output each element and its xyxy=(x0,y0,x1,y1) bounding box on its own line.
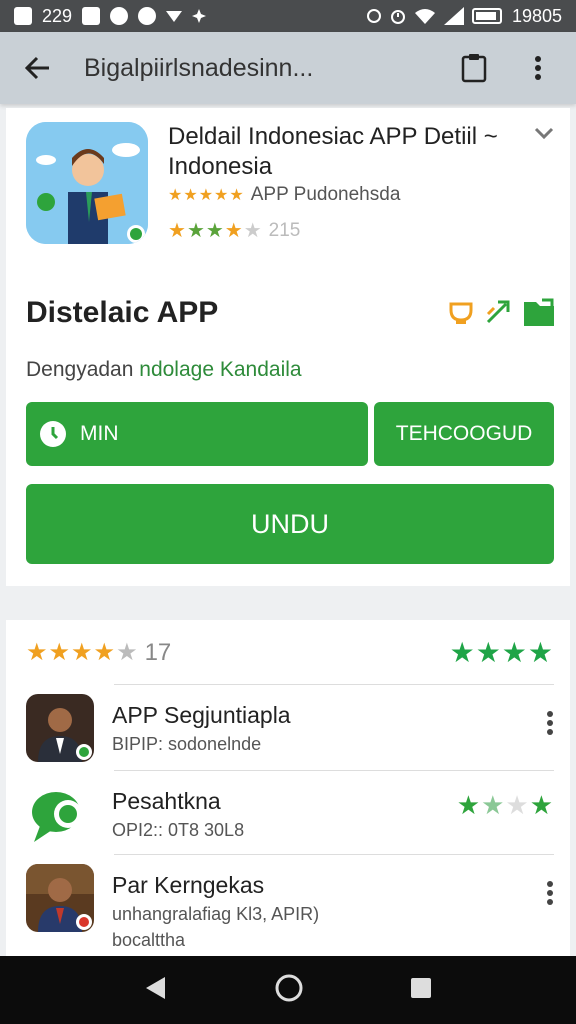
system-nav-bar xyxy=(0,956,576,1024)
review-subtitle: OPI2:: 0T8 30L8 xyxy=(112,820,245,840)
description-prefix: Dengyadan xyxy=(26,358,134,381)
clipboard-icon xyxy=(461,54,487,83)
review-item[interactable]: APP Segjuntiapla BIPIP: sodonelnde xyxy=(26,694,554,770)
avatar xyxy=(26,694,94,762)
summary-green-stars: ★★★★ xyxy=(449,637,554,668)
summary-count: 17 xyxy=(144,638,172,666)
clipboard-button[interactable] xyxy=(454,48,494,88)
developer-row: ★★★★★ APP Pudonehsda xyxy=(168,184,400,206)
bookmark-icon xyxy=(82,7,101,25)
nav-recents-button[interactable] xyxy=(409,976,433,1005)
chat-avatar xyxy=(26,780,94,848)
square-recents-icon xyxy=(411,977,432,998)
battery-icon xyxy=(471,8,502,24)
share-icon[interactable] xyxy=(484,296,514,326)
arrow-back-icon xyxy=(25,56,49,80)
more-vert-icon xyxy=(535,56,541,80)
chat-bubble-icon xyxy=(32,792,82,842)
status-left-text: 229 xyxy=(42,5,73,26)
expand-button[interactable] xyxy=(534,126,554,144)
review-item[interactable]: Pesahtkna OPI2:: 0T8 30L8 ★★★★ xyxy=(26,780,554,856)
clock-icon xyxy=(40,421,66,447)
nav-home-button[interactable] xyxy=(274,973,304,1008)
developer-stars: ★★★★★ xyxy=(168,187,245,204)
divider xyxy=(114,684,554,685)
review-name: APP Segjuntiapla xyxy=(112,702,291,728)
review-subtitle: BIPIP: sodonelnde xyxy=(112,734,262,754)
developer-name[interactable]: APP Pudonehsda xyxy=(251,184,401,206)
notification-icon xyxy=(14,7,32,25)
review-name: Par Kerngekas xyxy=(112,872,265,898)
wifi-icon xyxy=(414,9,435,24)
min-button-label: MIN xyxy=(80,422,119,445)
rating-value: 215 xyxy=(268,219,301,241)
vibrate-icon xyxy=(366,9,381,23)
install-button[interactable]: UNDU xyxy=(26,484,554,564)
rating-row: ★★★★★ 215 xyxy=(168,218,300,243)
install-button-label: UNDU xyxy=(251,508,329,539)
review-subtitle-2: bocalttha xyxy=(112,930,186,950)
alarm-icon xyxy=(390,10,405,24)
triangle-back-icon xyxy=(145,976,165,999)
trophy-icon[interactable] xyxy=(446,296,476,326)
circle-home-icon xyxy=(275,974,303,1001)
download-icon xyxy=(166,11,183,22)
status-right: 19805 xyxy=(366,6,562,27)
action-icons xyxy=(446,296,556,328)
divider xyxy=(114,854,554,855)
ratings-summary: ★★★★★ 17 ★★★★ xyxy=(26,636,554,669)
review-more-button[interactable] xyxy=(546,710,554,741)
messenger-icon xyxy=(110,7,129,25)
rating-stars: ★★★★★ xyxy=(168,220,263,242)
app-bar: Bigalpiirlsnadesinn... xyxy=(0,32,576,104)
more-vert-icon xyxy=(547,711,553,735)
app-title: Deldail Indonesiac APP Detiil ~ Indonesi… xyxy=(168,123,498,180)
tech-button-label: TEHCOOGUD xyxy=(395,422,533,445)
review-subtitle: unhangralafiag Kl3, APIR) xyxy=(112,904,320,924)
review-name: Pesahtkna xyxy=(112,788,221,814)
sparkle-icon xyxy=(192,9,207,23)
folder-icon[interactable] xyxy=(522,296,556,328)
app-icon[interactable] xyxy=(26,122,148,244)
review-more-button[interactable] xyxy=(546,880,554,911)
reviews-card: ★★★★★ 17 ★★★★ APP Segjuntiapla BIPIP: so… xyxy=(6,620,570,960)
avatar xyxy=(26,864,94,932)
app-notification-icon xyxy=(138,7,157,25)
divider xyxy=(114,770,554,771)
description-highlight[interactable]: ndolage Kandaila xyxy=(139,358,301,381)
more-vert-icon xyxy=(547,881,553,905)
min-button[interactable]: MIN xyxy=(26,402,368,466)
more-button[interactable] xyxy=(518,48,558,88)
chevron-down-icon xyxy=(534,127,554,140)
app-detail-card: Deldail Indonesiac APP Detiil ~ Indonesi… xyxy=(6,108,570,586)
back-button[interactable] xyxy=(18,48,58,88)
review-stars: ★★★★ xyxy=(456,790,554,820)
section-title: Distelaic APP xyxy=(26,296,219,329)
review-item[interactable]: Par Kerngekas unhangralafiag Kl3, APIR) … xyxy=(26,864,554,956)
status-bar: 229 19805 xyxy=(0,0,576,32)
app-logo-illustration xyxy=(26,122,148,244)
signal-icon xyxy=(443,7,464,25)
page-title: Bigalpiirlsnadesinn... xyxy=(84,53,314,82)
nav-back-button[interactable] xyxy=(143,975,169,1006)
status-left: 229 xyxy=(14,5,207,27)
description: Dengyadan ndolage Kandaila xyxy=(26,358,302,382)
button-row: MIN TEHCOOGUD xyxy=(26,402,554,466)
clock-text: 19805 xyxy=(511,5,562,26)
tech-button[interactable]: TEHCOOGUD xyxy=(374,402,554,466)
summary-stars: ★★★★★ xyxy=(26,639,139,666)
